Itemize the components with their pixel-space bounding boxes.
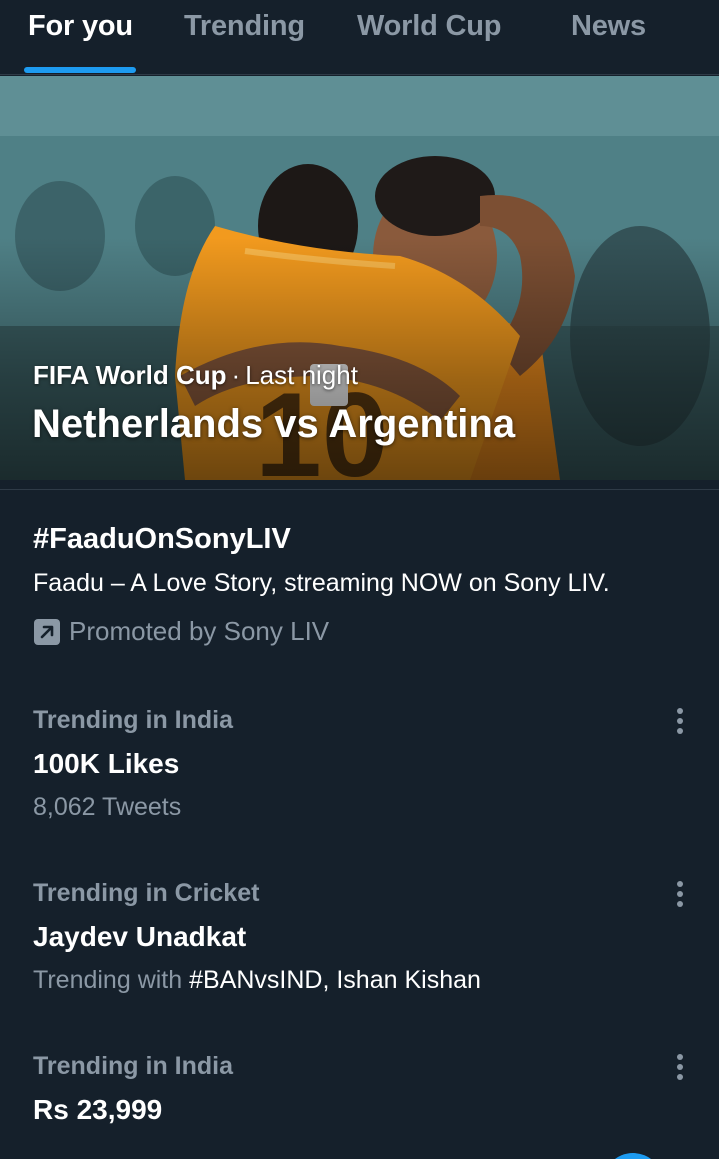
more-vertical-icon[interactable] [666,706,694,736]
promoted-by-line: Promoted by Sony LIV [33,616,329,646]
trend-item[interactable]: Trending in India Rs 23,999 [0,1052,719,1152]
trend-title: 100K Likes [33,748,180,779]
trend-related-topics[interactable]: #BANvsIND, Ishan Kishan [189,966,481,994]
tab-news[interactable]: News [571,10,646,43]
trend-related: Trending with #BANvsIND, Ishan Kishan [33,966,481,995]
tab-for-you[interactable]: For you [28,10,133,43]
hero-event-card[interactable]: 10 FIFA World Cup·Last night Netherlands… [0,76,719,480]
promoted-hashtag: #FaaduOnSonyLIV [33,523,291,555]
promoted-by-label: Promoted by Sony LIV [69,616,330,646]
trend-tweet-count: 8,062 Tweets [33,793,182,821]
trend-item[interactable]: Trending in India 100K Likes 8,062 Tweet… [0,706,719,826]
hero-separator: · [231,360,241,390]
trend-title: Rs 23,999 [33,1094,163,1125]
tab-trending[interactable]: Trending [184,10,305,43]
active-tab-indicator [24,67,136,73]
section-divider [0,489,719,490]
trend-item[interactable]: Trending in Cricket Jaydev Unadkat Trend… [0,879,719,999]
more-vertical-icon[interactable] [666,879,694,909]
explore-tabs: For you Trending World Cup News [0,0,719,75]
promoted-arrow-icon [34,618,60,645]
tab-world-cup[interactable]: World Cup [357,10,501,43]
hero-time: Last night [245,360,358,390]
hero-category: FIFA World Cup [33,360,227,390]
trend-context: Trending in India [33,706,233,734]
more-vertical-icon[interactable] [666,1052,694,1082]
promoted-trend[interactable]: #FaaduOnSonyLIV Faadu – A Love Story, st… [0,505,719,665]
trend-context: Trending in Cricket [33,879,260,907]
explore-screen: For you Trending World Cup News 10 [0,0,719,1159]
hero-meta: FIFA World Cup · Last night [33,360,358,391]
trend-context: Trending in India [33,1052,233,1080]
trend-related-prefix: Trending with [33,966,183,994]
trend-title: Jaydev Unadkat [33,921,247,952]
hero-title: Netherlands vs Argentina [32,402,516,446]
compose-fab[interactable] [603,1153,663,1159]
promoted-description: Faadu – A Love Story, streaming NOW on S… [33,569,610,597]
